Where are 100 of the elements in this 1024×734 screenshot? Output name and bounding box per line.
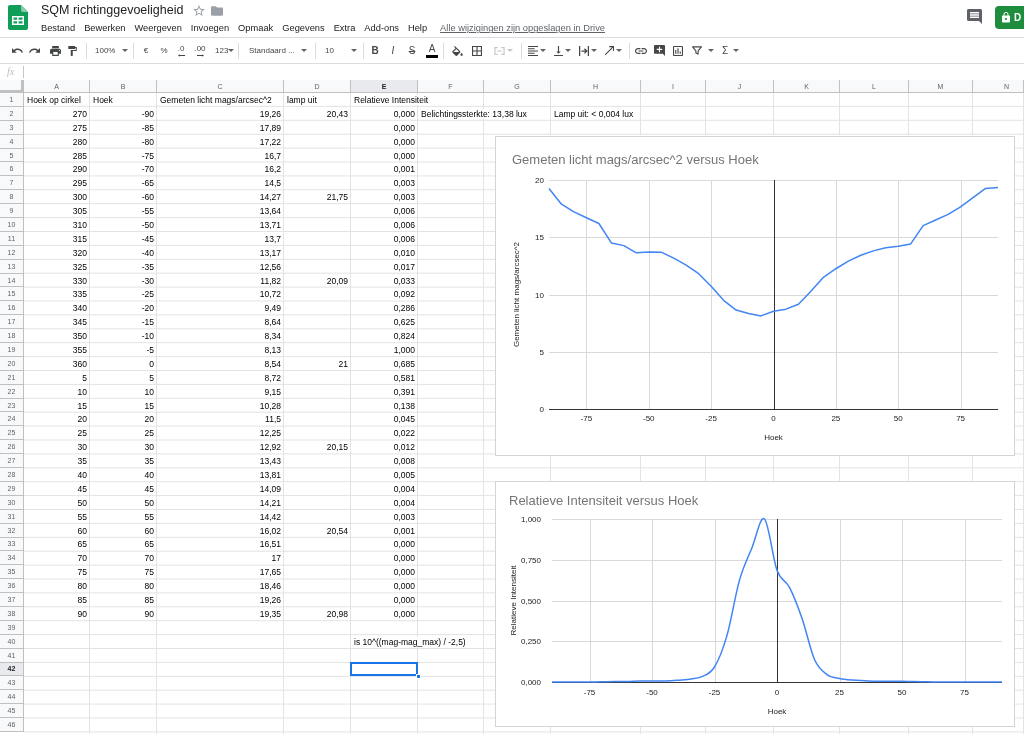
data-value: 20	[77, 414, 88, 425]
caret-icon	[301, 49, 307, 52]
data-value: 350	[72, 331, 88, 342]
tick-label: -50	[643, 414, 655, 423]
tick-label: 25	[831, 414, 841, 423]
menu-item[interactable]: Extra	[333, 24, 356, 34]
star-icon[interactable]	[193, 5, 206, 16]
menu-item[interactable]: Weergeven	[134, 24, 182, 34]
data-value: 75	[144, 567, 155, 578]
tick-label: 10	[535, 290, 544, 300]
data-value: 0,000	[393, 567, 416, 578]
chart-card[interactable]: Relatieve Intensiteit versus Hoek 0,000 0,250 0,500 0,750 1,000 -75 -50 -25 0 25 50 75 Hoek Relatieve Intensiteit	[495, 481, 1015, 727]
data-value: 315	[72, 233, 88, 244]
data-value: -45	[141, 233, 155, 244]
data-value: 14,5	[264, 178, 282, 189]
document-title[interactable]: SQM richtinggevoeligheid	[41, 4, 184, 17]
selected-cell[interactable]	[350, 661, 418, 677]
data-value: 0,000	[393, 108, 416, 119]
caret-icon	[122, 49, 128, 52]
data-value: 55	[77, 511, 88, 522]
fill-handle-icon[interactable]	[416, 674, 421, 680]
save-status-link[interactable]: Alle wijzigingen zijn opgeslagen in Drive	[440, 24, 605, 34]
menu-item[interactable]: Bewerken	[84, 24, 126, 34]
menu-item[interactable]: Add-ons	[364, 24, 399, 34]
data-value: 0,000	[393, 581, 416, 592]
data-value: 0,001	[393, 164, 416, 175]
data-value: -65	[141, 178, 155, 189]
data-value: 285	[72, 150, 88, 161]
comment-icon[interactable]	[967, 9, 982, 24]
data-value: 14,42	[259, 511, 282, 522]
spreadsheet-icon[interactable]	[8, 5, 28, 30]
currency-button[interactable]: €	[139, 39, 153, 62]
data-value: 65	[144, 539, 155, 550]
data-value: 0,581	[393, 372, 416, 383]
data-value: 0,138	[393, 400, 416, 411]
data-value: 300	[72, 192, 88, 203]
menu-item[interactable]: Bestand	[41, 24, 76, 34]
font-dropdown[interactable]: Standaard ...	[246, 39, 310, 62]
data-value: 20,09	[326, 275, 349, 286]
tick-label: 0,500	[520, 596, 541, 606]
tick-label: -25	[705, 414, 717, 423]
data-value: 17,22	[259, 136, 282, 147]
data-value: 0,003	[393, 178, 416, 189]
data-value: 8,64	[264, 317, 282, 328]
chart-card[interactable]: Gemeten licht mags/arcsec^2 versus Hoek 0 5 10 15 20 -75 -50 -25 0 25 50 75 Hoek Gemeten licht mags/arcsec^2	[495, 136, 1015, 456]
menu-item[interactable]: Invoegen	[190, 24, 230, 34]
share-button[interactable]: D	[995, 6, 1024, 29]
text-color-button[interactable]: A	[424, 39, 440, 62]
data-value: 0,001	[393, 525, 416, 536]
caret-icon	[351, 49, 357, 52]
tick-label: 15	[535, 233, 544, 243]
data-value: 335	[72, 289, 88, 300]
bar-chart-icon	[673, 45, 683, 56]
comment-plus-icon	[653, 45, 665, 56]
menu-item[interactable]: Help	[408, 24, 428, 34]
data-value: -70	[141, 164, 155, 175]
zoom-dropdown[interactable]: 100%	[92, 39, 131, 62]
data-value: 1,000	[393, 344, 416, 355]
data-value: 0,033	[393, 275, 416, 286]
number-format-dropdown[interactable]: 123	[212, 39, 234, 62]
data-value: 340	[72, 303, 88, 314]
data-value: 280	[72, 136, 88, 147]
data-value: 0,685	[393, 358, 416, 369]
label-text: Belichtingssterkte: 13,38 lux	[418, 108, 528, 119]
data-value: 35	[144, 456, 155, 467]
data-value: 0,006	[393, 233, 416, 244]
data-value: 14,27	[259, 192, 282, 203]
data-value: 10,72	[259, 289, 282, 300]
functions-button[interactable]: Σ	[719, 39, 742, 62]
data-value: 17,89	[259, 122, 282, 133]
data-value: -35	[141, 261, 155, 272]
menu-item[interactable]: Opmaak	[238, 24, 274, 34]
data-value: 12,25	[259, 428, 282, 439]
data-value: 18,46	[259, 581, 282, 592]
data-value: 0,004	[393, 483, 416, 494]
font-size-dropdown[interactable]: 10	[322, 39, 360, 62]
italic-button[interactable]: I	[385, 39, 401, 62]
folder-icon[interactable]	[211, 5, 224, 16]
percent-button[interactable]: %	[157, 39, 171, 62]
data-value: 13,43	[259, 456, 282, 467]
diagonal-arrow-icon	[604, 46, 614, 55]
filter-icon	[692, 46, 702, 55]
data-value: -75	[141, 150, 155, 161]
data-value: 305	[72, 206, 88, 217]
decimal-increase-button[interactable]: .00	[191, 39, 209, 62]
data-value: 0,625	[393, 317, 416, 328]
tick-label: 75	[960, 688, 969, 697]
data-value: 0,005	[393, 470, 416, 480]
caret-icon	[590, 49, 597, 52]
bold-button[interactable]: B	[367, 39, 383, 62]
menu-item[interactable]: Gegevens	[282, 24, 325, 34]
data-value: -20	[141, 303, 155, 314]
decimal-decrease-button[interactable]: .0	[173, 39, 189, 62]
caret-icon	[539, 49, 546, 52]
data-value: 70	[77, 553, 88, 564]
arrow-left-icon	[177, 53, 185, 57]
label-text: Hoek	[90, 94, 114, 105]
data-value: 355	[72, 344, 88, 355]
data-value: 19,26	[259, 108, 282, 119]
strikethrough-button[interactable]: S	[404, 39, 420, 62]
